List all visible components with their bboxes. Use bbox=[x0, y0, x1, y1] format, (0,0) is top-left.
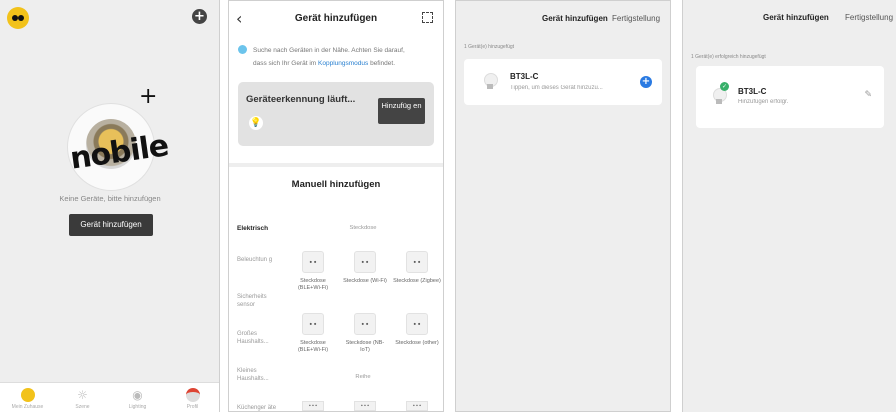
search-indicator-icon bbox=[238, 45, 247, 54]
add-circle-icon[interactable]: + bbox=[640, 76, 652, 88]
scan-icon[interactable] bbox=[422, 12, 433, 23]
page-title: Gerät hinzufügen bbox=[763, 13, 829, 22]
nav-item-home[interactable]: Mein Zuhause bbox=[0, 383, 55, 412]
nav-label: Profil bbox=[186, 404, 199, 410]
category-item[interactable]: Kleines Haushalts... bbox=[237, 367, 283, 383]
edit-icon[interactable]: ✎ bbox=[864, 91, 872, 100]
socket-icon: ∙∙ bbox=[302, 313, 324, 335]
device-name: Steckdose (NB-IoT) bbox=[345, 340, 385, 353]
device-found-screen: Gerät hinzufügen Fertigstellung 1 Gerät(… bbox=[455, 0, 671, 412]
device-name: Steckdose (Wi-Fi) bbox=[343, 278, 387, 284]
add-circle-icon[interactable]: + bbox=[192, 9, 207, 24]
check-icon: ✓ bbox=[720, 82, 729, 91]
pairing-mode-link[interactable]: Kopplungsmodus bbox=[318, 60, 368, 67]
home-icon bbox=[20, 388, 35, 402]
device-name: Steckdose (other) bbox=[395, 340, 439, 346]
device-tile[interactable]: ∙∙ Steckdose (BLE+Wi-Fi) bbox=[289, 313, 337, 354]
nav-label: Mein Zuhause bbox=[11, 404, 44, 410]
device-tile[interactable]: ∙∙ Steckdose (BLE+Wi-Fi) bbox=[289, 251, 337, 292]
category-item[interactable]: Küchenger äte bbox=[237, 404, 283, 411]
bulb-icon: 💡 bbox=[249, 116, 263, 130]
nav-item-profile[interactable]: Profil bbox=[165, 383, 219, 412]
add-device-button[interactable]: Gerät hinzufügen bbox=[69, 214, 153, 236]
power-strip-icon: ∙∙∙ bbox=[302, 401, 324, 411]
device-name: Steckdose (BLE+Wi-Fi) bbox=[297, 278, 329, 291]
device-tile[interactable]: ∙∙ Steckdose (Zigbee) bbox=[393, 251, 441, 285]
page-title: Gerät hinzufügen bbox=[294, 13, 378, 24]
finish-button[interactable]: Fertigstellung bbox=[845, 13, 893, 22]
search-hint-end: befindet. bbox=[370, 60, 396, 67]
device-tile[interactable]: ∙∙∙ bbox=[341, 401, 389, 411]
device-tile[interactable]: ∙∙ Steckdose (other) bbox=[393, 313, 441, 347]
socket-icon: ∙∙ bbox=[302, 251, 324, 273]
home-screen: + + nobile Keine Geräte, bitte hinzufüge… bbox=[0, 0, 220, 412]
category-item[interactable]: Elektrisch bbox=[237, 225, 283, 233]
finish-button[interactable]: Fertigstellung bbox=[612, 14, 660, 23]
plus-icon: + bbox=[139, 84, 158, 109]
device-card[interactable]: BT3L-C Tippen, um dieses Gerät hinzuzu..… bbox=[464, 59, 662, 105]
manual-title: Manuell hinzufügen bbox=[291, 179, 381, 190]
device-tile[interactable]: ∙∙ Steckdose (Wi-Fi) bbox=[341, 251, 389, 285]
scene-icon: ☼ bbox=[77, 388, 88, 402]
lighting-icon: ◉ bbox=[132, 388, 143, 402]
device-name: BT3L-C bbox=[738, 87, 767, 96]
empty-state-text: Keine Geräte, bitte hinzufügen bbox=[59, 194, 161, 203]
section-label: Reihe bbox=[355, 374, 371, 380]
socket-icon: ∙∙ bbox=[354, 251, 376, 273]
top-bar: Gerät hinzufügen Fertigstellung bbox=[683, 0, 896, 34]
search-hint-line-1: Suche nach Geräten in der Nähe. Achten S… bbox=[253, 47, 405, 54]
add-detected-button[interactable]: Hinzufüg en bbox=[378, 98, 425, 124]
nav-item-scene[interactable]: ☼ Szene bbox=[55, 383, 110, 412]
device-added-screen: Gerät hinzufügen Fertigstellung 1 Gerät(… bbox=[682, 0, 896, 412]
device-hint: Tippen, um dieses Gerät hinzuzu... bbox=[510, 85, 603, 91]
device-status: Hinzufügen erfolgr. bbox=[738, 99, 789, 105]
top-bar: ‹ Gerät hinzufügen bbox=[229, 1, 443, 37]
page-title: Gerät hinzufügen bbox=[542, 14, 608, 23]
device-tile[interactable]: ∙∙∙ bbox=[289, 401, 337, 411]
category-item[interactable]: Sicherheits sensor bbox=[237, 293, 283, 309]
added-count: 1 Gerät(e) hinzugefügt bbox=[464, 44, 515, 50]
add-device-screen: ‹ Gerät hinzufügen Suche nach Geräten in… bbox=[228, 0, 444, 412]
device-tile[interactable]: ∙∙∙ bbox=[393, 401, 441, 411]
manual-add-section: Manuell hinzufügen Elektrisch Beleuchtun… bbox=[229, 167, 443, 411]
top-bar: Gerät hinzufügen Fertigstellung bbox=[456, 1, 670, 35]
search-hint: Suche nach Geräten in der Nähe. Achten S… bbox=[253, 44, 429, 70]
bulb-icon bbox=[484, 73, 498, 89]
category-item[interactable]: Beleuchtun g bbox=[237, 256, 283, 264]
device-name: Steckdose (Zigbee) bbox=[393, 278, 441, 284]
auto-search-section: Suche nach Geräten in der Nähe. Achten S… bbox=[229, 37, 443, 163]
bottom-nav: Mein Zuhause ☼ Szene ◉ Lighting Profil bbox=[0, 382, 219, 412]
nav-label: Szene bbox=[75, 404, 90, 410]
nav-label: Lighting bbox=[128, 404, 147, 410]
nobile-avatar-icon[interactable] bbox=[7, 7, 29, 29]
success-count: 1 Gerät(e) erfolgreich hinzugefügt bbox=[691, 54, 766, 60]
search-hint-line-2: dass sich Ihr Gerät im bbox=[253, 60, 317, 67]
power-strip-icon: ∙∙∙ bbox=[406, 401, 428, 411]
device-name: Steckdose (BLE+Wi-Fi) bbox=[297, 340, 329, 353]
device-tile[interactable]: ∙∙ Steckdose (NB-IoT) bbox=[341, 313, 389, 354]
device-card: ✓ BT3L-C Hinzufügen erfolgr. ✎ bbox=[696, 66, 884, 128]
section-label: Steckdose bbox=[349, 225, 377, 231]
socket-icon: ∙∙ bbox=[406, 251, 428, 273]
socket-icon: ∙∙ bbox=[406, 313, 428, 335]
profile-icon bbox=[185, 388, 200, 402]
power-strip-icon: ∙∙∙ bbox=[354, 401, 376, 411]
detection-card: Geräteerkennung läuft... 💡 Hinzufüg en bbox=[238, 82, 434, 146]
socket-icon: ∙∙ bbox=[354, 313, 376, 335]
device-name: BT3L-C bbox=[510, 72, 539, 81]
nav-item-lighting[interactable]: ◉ Lighting bbox=[110, 383, 165, 412]
category-item[interactable]: Großes Haushalts... bbox=[237, 330, 283, 346]
detection-title: Geräteerkennung läuft... bbox=[246, 94, 356, 105]
